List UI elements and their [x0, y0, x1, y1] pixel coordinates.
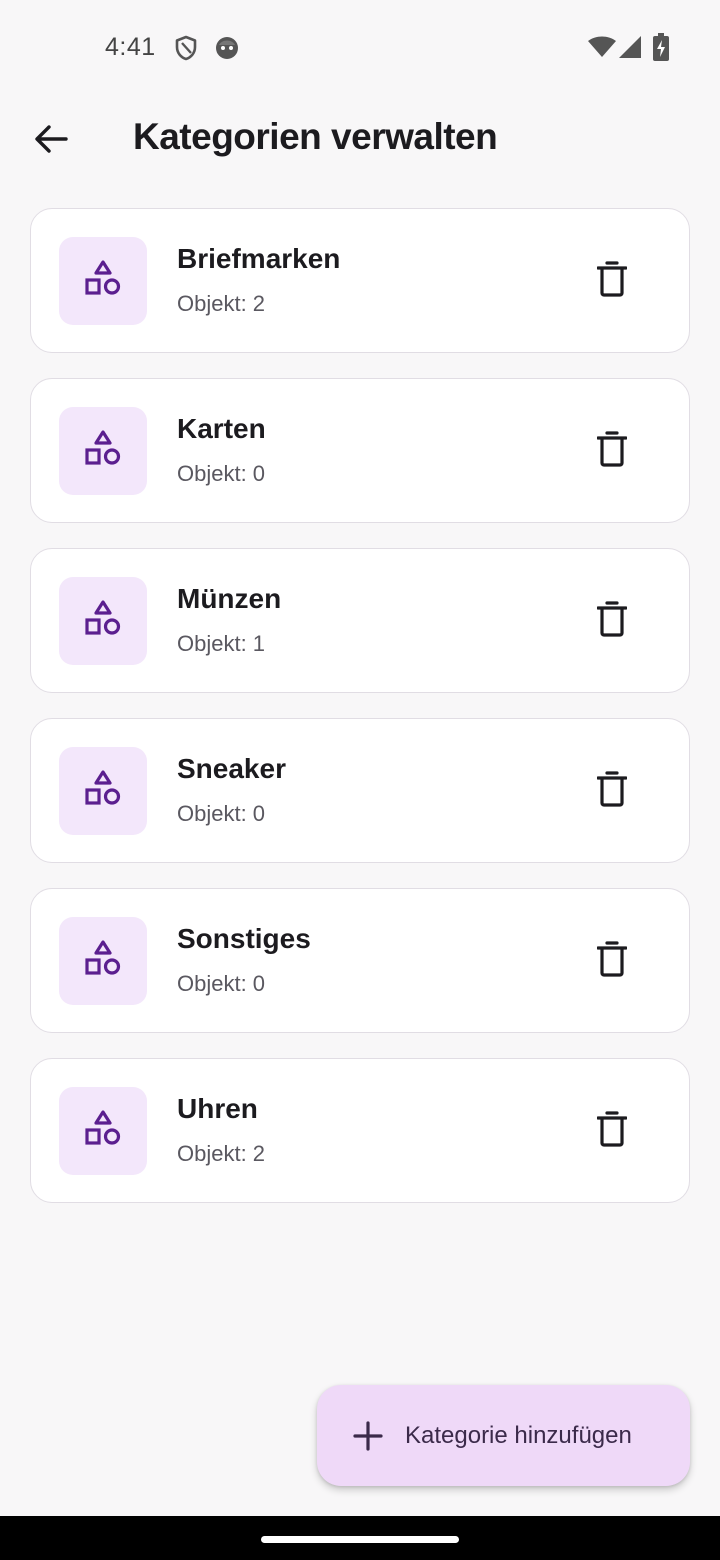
arrow-back-icon [34, 124, 68, 159]
category-count: Objekt: 0 [177, 971, 266, 996]
category-card[interactable]: Münzen Objekt: 1 [30, 548, 690, 693]
category-card[interactable]: Uhren Objekt: 2 [30, 1058, 690, 1203]
status-bar: 4:41 [0, 0, 720, 96]
delete-button[interactable] [587, 425, 637, 477]
category-icon-tile [59, 237, 147, 325]
category-count: Objekt: 1 [177, 631, 266, 656]
category-name: Karten [177, 413, 266, 444]
delete-icon [596, 940, 628, 982]
shapes-icon [83, 769, 123, 814]
category-card[interactable]: Sonstiges Objekt: 0 [30, 888, 690, 1033]
category-card[interactable]: Sneaker Objekt: 0 [30, 718, 690, 863]
delete-button[interactable] [587, 1105, 637, 1157]
app-bar: Kategorien verwalten [0, 96, 720, 186]
shapes-icon [83, 259, 123, 304]
delete-icon [596, 430, 628, 472]
delete-icon [596, 770, 628, 812]
category-icon-tile [59, 407, 147, 495]
delete-icon [596, 600, 628, 642]
shapes-icon [83, 599, 123, 644]
battery-charging-icon [652, 33, 670, 66]
delete-icon [596, 1110, 628, 1152]
category-name: Sonstiges [177, 923, 311, 954]
shield-icon [174, 35, 198, 66]
category-name: Uhren [177, 1093, 258, 1124]
face-icon [214, 35, 240, 66]
category-count: Objekt: 2 [177, 291, 266, 316]
category-icon-tile [59, 577, 147, 665]
category-name: Briefmarken [177, 243, 341, 274]
category-name: Münzen [177, 583, 282, 614]
cell-signal-icon [618, 35, 642, 64]
shapes-icon [83, 939, 123, 984]
delete-button[interactable] [587, 935, 637, 987]
category-card[interactable]: Karten Objekt: 0 [30, 378, 690, 523]
category-count: Objekt: 0 [177, 461, 266, 486]
category-icon-tile [59, 917, 147, 1005]
add-category-fab[interactable]: Kategorie hinzufügen [317, 1385, 690, 1486]
status-time: 4:41 [105, 33, 156, 61]
home-indicator[interactable] [261, 1536, 459, 1543]
delete-button[interactable] [587, 255, 637, 307]
category-icon-tile [59, 747, 147, 835]
plus-icon [353, 1421, 383, 1451]
wifi-icon [588, 36, 616, 63]
category-card[interactable]: Briefmarken Objekt: 2 [30, 208, 690, 353]
category-count: Objekt: 2 [177, 1141, 266, 1166]
category-list: Briefmarken Objekt: 2 Karten Objekt: 0 M… [30, 208, 690, 1228]
shapes-icon [83, 1109, 123, 1154]
back-button[interactable] [22, 118, 80, 164]
category-icon-tile [59, 1087, 147, 1175]
page-title: Kategorien verwalten [133, 116, 498, 157]
delete-button[interactable] [587, 595, 637, 647]
system-nav-bar [0, 1516, 720, 1560]
delete-button[interactable] [587, 765, 637, 817]
delete-icon [596, 260, 628, 302]
category-count: Objekt: 0 [177, 801, 266, 826]
category-name: Sneaker [177, 753, 286, 784]
add-category-label: Kategorie hinzufügen [405, 1422, 632, 1449]
shapes-icon [83, 429, 123, 474]
